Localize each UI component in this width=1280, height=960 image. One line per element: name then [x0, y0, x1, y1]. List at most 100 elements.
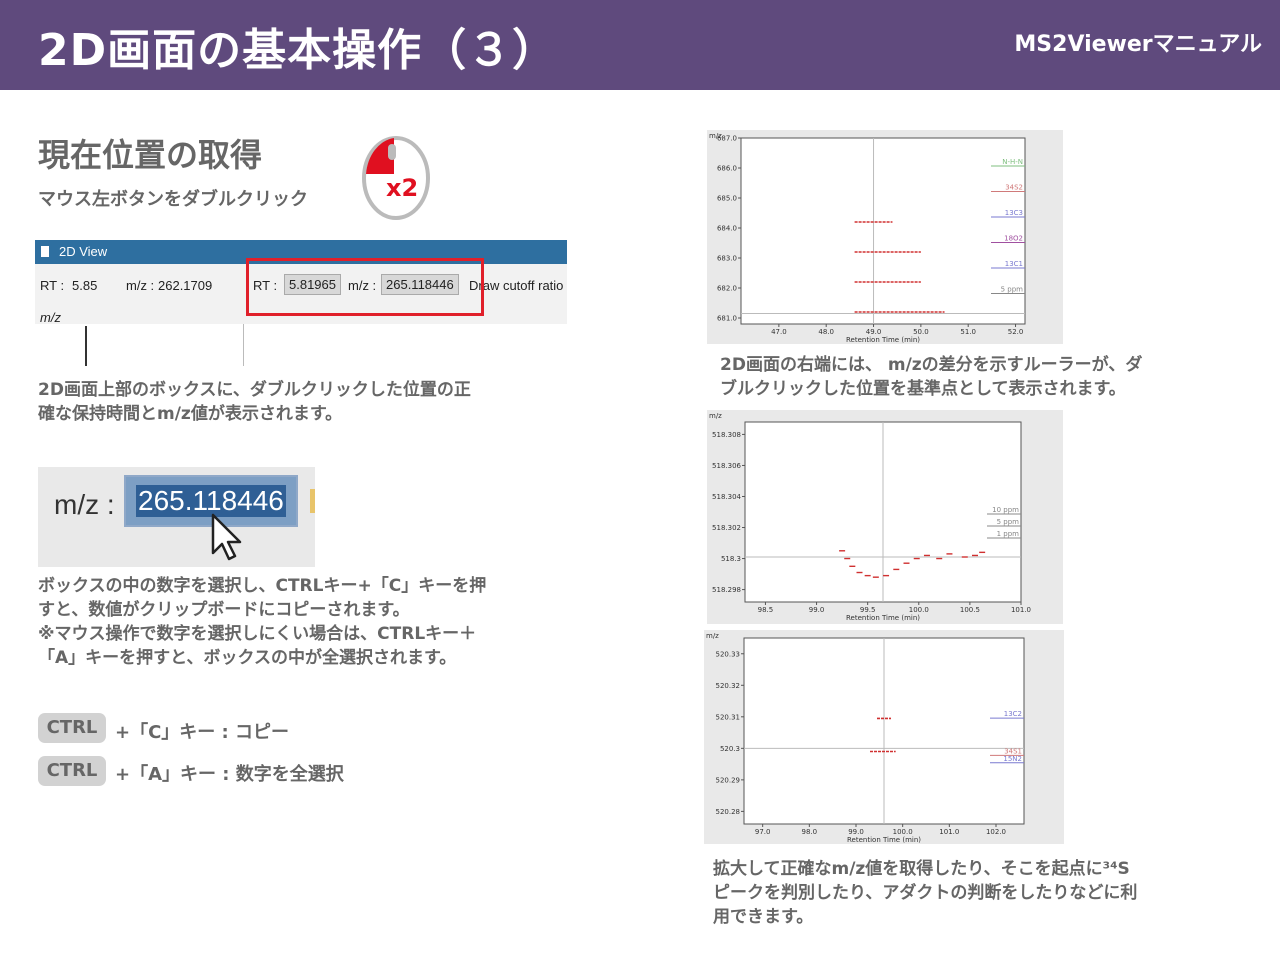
x-tick-label: 50.0 [913, 328, 929, 336]
ruler-label: N-H-N [1002, 158, 1023, 166]
view2d-plot-area[interactable] [35, 324, 567, 366]
caption-2-line: ボックスの中の数字を選択し、CTRLキー+「C」キーを押 [38, 576, 487, 596]
crosshair-line [243, 324, 244, 366]
x-axis-label: Retention Time (min) [847, 836, 921, 844]
caption-1-line: 確な保持時間とm/z値が表示されます。 [38, 404, 343, 424]
x-tick-label: 102.0 [986, 828, 1006, 836]
x-tick-label: 52.0 [1008, 328, 1024, 336]
highlight-frame [246, 258, 484, 316]
x-tick-label: 99.0 [809, 606, 825, 614]
caption-4-line: 用できます。 [713, 907, 814, 927]
y-tick-label: 518.308 [712, 431, 741, 439]
x-tick-label: 101.0 [939, 828, 959, 836]
view2d-window-title: 2D View [59, 244, 108, 259]
shortcut-copy-desc: +「C」キー : コピー [115, 722, 290, 743]
y-tick-label: 518.306 [712, 462, 741, 470]
x-tick-label: 98.0 [802, 828, 818, 836]
ruler-label: 13C3 [1005, 209, 1023, 217]
caption-4: 拡大して正確なm/z値を取得したり、そこを起点に³⁴S ピークを判別したり、アダ… [713, 857, 1223, 929]
rt-value: 5.85 [72, 278, 98, 293]
y-tick-label: 520.28 [716, 808, 741, 816]
mz-box-zoom: m/z : 265.118446 [38, 467, 315, 567]
y-tick-label: 681.0 [717, 315, 737, 323]
x-tick-label: 47.0 [771, 328, 787, 336]
ruler-label: 34S2 [1005, 184, 1023, 192]
y-tick-label: 518.298 [712, 586, 741, 594]
x-tick-label: 97.0 [755, 828, 771, 836]
x-tick-label: 48.0 [818, 328, 834, 336]
y-tick-label: 682.0 [717, 285, 737, 293]
mz-zoom-label: m/z : [54, 489, 115, 520]
ruler-label: 5 ppm [1001, 286, 1024, 294]
page-title: 2D画面の基本操作（３） [38, 25, 558, 76]
caption-3: 2D画面の右端には、 m/zの差分を示すルーラーが、ダ ブルクリックした位置を基… [720, 353, 1220, 401]
ruler-label: 18O2 [1004, 235, 1023, 243]
mz-axis-label: m/z [40, 310, 61, 325]
cursor-icon [211, 513, 242, 561]
caption-2-line: ※マウス操作で数字を選択しにくい場合は、CTRLキー＋ [38, 624, 477, 644]
y-tick-label: 685.0 [717, 195, 737, 203]
header-bar: 2D画面の基本操作（３） MS2Viewerマニュアル [0, 0, 1280, 90]
ruler-label: 13C1 [1005, 260, 1023, 268]
y-tick-label: 520.32 [716, 682, 741, 690]
ctrl-key-badge: CTRL [38, 756, 106, 786]
mouse-double-click-icon: x2 [358, 130, 434, 222]
ruler-label: 10 ppm [992, 506, 1019, 514]
y-tick-label: 518.304 [712, 493, 741, 501]
x-tick-label: 51.0 [960, 328, 976, 336]
y-axis-label: m/z [706, 632, 719, 640]
manual-brand: MS2Viewerマニュアル [1014, 32, 1262, 57]
section-subtitle: マウス左ボタンをダブルクリック [38, 189, 308, 210]
plot-area [740, 137, 1026, 325]
caption-2-line: すと、数値がクリップボードにコピーされます。 [38, 600, 410, 620]
y-tick-label: 687.0 [717, 135, 737, 143]
y-axis-label: m/z [709, 412, 722, 420]
ruler-label: 1 ppm [997, 530, 1020, 538]
mz-label: m/z : [126, 278, 155, 293]
y-tick-label: 518.3 [721, 555, 741, 563]
caption-2-line: 「A」キーを押すと、ボックスの中が全選択されます。 [38, 648, 457, 668]
x-tick-label: 100.0 [893, 828, 913, 836]
caption-3-line: ブルクリックした位置を基準点として表示されます。 [720, 379, 1126, 399]
ruler-label: 15N2 [1003, 755, 1022, 763]
caption-1: 2D画面上部のボックスに、ダブルクリックした位置の正 確な保持時間とm/z値が表… [38, 378, 558, 426]
x-axis-label: Retention Time (min) [846, 336, 920, 344]
ruler-label: 5 ppm [997, 518, 1020, 526]
view2d-screenshot: 2D View RT : 5.85 m/z : 262.1709 RT : 5.… [35, 240, 567, 366]
chart-1[interactable]: m/z Retention Time (min) 47.0 48.0 49.0 50.0 5… [707, 130, 1063, 344]
caption-2: ボックスの中の数字を選択し、CTRLキー+「C」キーを押 すと、数値がクリップボ… [38, 574, 598, 670]
section-title: 現在位置の取得 [38, 136, 263, 174]
caption-4-line: 拡大して正確なm/z値を取得したり、そこを起点に³⁴S [713, 859, 1130, 879]
rt-label: RT : [40, 278, 65, 293]
x-tick-label: 100.0 [909, 606, 929, 614]
mz-value: 262.1709 [158, 278, 213, 293]
shortcut-select-all-desc: +「A」キー : 数字を全選択 [115, 764, 344, 785]
y-tick-label: 686.0 [717, 165, 737, 173]
y-tick-label: 520.29 [716, 776, 741, 784]
y-tick-label: 683.0 [717, 255, 737, 263]
plot-axis [85, 326, 87, 366]
ruler-label: 13C2 [1004, 710, 1022, 718]
x-axis-label: Retention Time (min) [846, 614, 920, 622]
y-tick-label: 520.33 [716, 650, 741, 658]
chart-2[interactable]: m/z Retention Time (min) 98.5 99.0 99.5 100.0… [707, 410, 1063, 624]
caption-3-line: 2D画面の右端には、 m/zの差分を示すルーラーが、ダ [720, 355, 1143, 375]
caption-4-line: ピークを判別したり、アダクトの判断をしたりなどに利 [713, 883, 1138, 903]
ctrl-key-badge: CTRL [38, 713, 106, 743]
y-tick-label: 518.302 [712, 524, 741, 532]
chart-3[interactable]: m/z Retention Time (min) 97.0 98.0 99.0 100.0… [704, 630, 1064, 844]
x-tick-label: 100.5 [960, 606, 980, 614]
chart-2-svg: m/z Retention Time (min) 98.5 99.0 99.5 100.0… [709, 412, 1031, 622]
chart-3-svg: m/z Retention Time (min) 97.0 98.0 99.0 100.0… [706, 632, 1025, 844]
mouse-badge-text: x2 [386, 174, 418, 202]
y-tick-label: 520.3 [720, 745, 740, 753]
x-tick-label: 98.5 [758, 606, 774, 614]
x-tick-label: 101.0 [1011, 606, 1031, 614]
y-tick-label: 520.31 [716, 713, 741, 721]
x-tick-label: 49.0 [866, 328, 882, 336]
y-tick-label: 684.0 [717, 225, 737, 233]
x-tick-label: 99.5 [860, 606, 876, 614]
chart-1-svg: m/zRetention Time (min)47.0 48.0 49.0 50.0 5… [709, 132, 1026, 344]
adjacent-field-edge [310, 489, 315, 513]
caption-1-line: 2D画面上部のボックスに、ダブルクリックした位置の正 [38, 380, 471, 400]
